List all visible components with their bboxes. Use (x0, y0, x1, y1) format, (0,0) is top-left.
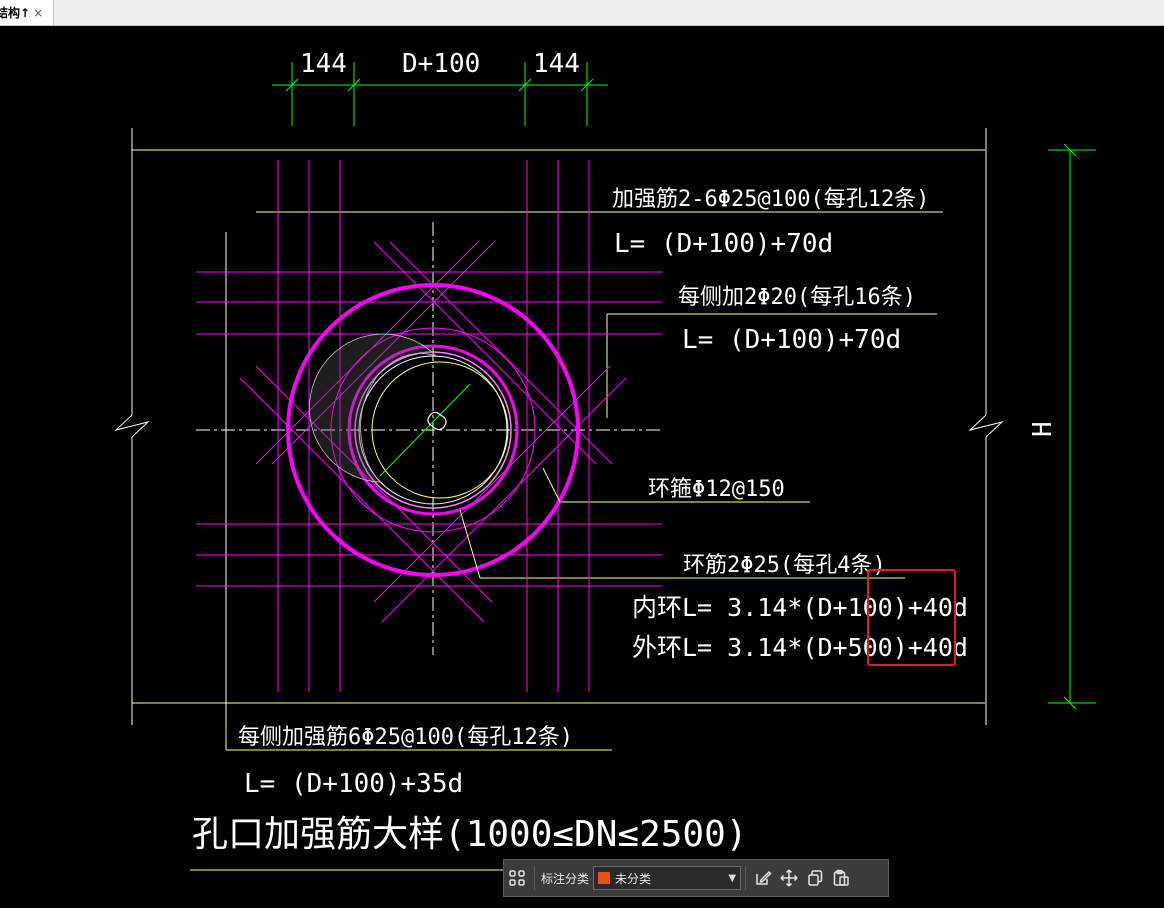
copy-icon[interactable] (802, 865, 828, 891)
tab-title: 结构↑ (0, 6, 31, 20)
dim-left: 144 (300, 49, 347, 79)
chevron-down-icon: ▼ (728, 872, 737, 884)
tab-structure[interactable]: 结构↑ × (0, 0, 54, 25)
label-side-add-length: L= (D+100)+70d (682, 325, 901, 355)
cad-drawing: 144 D+100 144 H 加强筋2-6Φ25@100(每孔12条) L= … (114, 49, 1096, 871)
annotation-toolbar: 标注分类 未分类 ▼ (503, 859, 889, 897)
tab-bar: 结构↑ × (0, 0, 1164, 26)
annotation-texts: 加强筋2-6Φ25@100(每孔12条) L= (D+100)+70d 每侧加2… (192, 187, 968, 855)
label-top-rebar: 加强筋2-6Φ25@100(每孔12条) (612, 187, 929, 212)
toolbar-divider (745, 866, 747, 890)
label-inner-ring: 内环L= 3.14*(D+100)+40d (632, 593, 968, 622)
toolbar-divider (534, 866, 535, 890)
label-ring: 环筋2Φ25(每孔4条) (683, 553, 886, 578)
category-select-value: 未分类 (615, 871, 652, 886)
label-side-add: 每侧加2Φ20(每孔16条) (678, 285, 916, 310)
category-select[interactable]: 未分类 ▼ (593, 866, 742, 890)
dim-height: H (1028, 421, 1058, 437)
paste-icon[interactable] (828, 865, 854, 891)
move-icon[interactable] (776, 865, 802, 891)
drawing-title: 孔口加强筋大样(1000≤DN≤2500) (192, 814, 747, 855)
leader-lines (225, 467, 561, 750)
grid-icon[interactable] (504, 865, 530, 891)
dim-middle: D+100 (402, 49, 480, 79)
category-label: 标注分类 (541, 871, 590, 886)
label-outer-ring: 外环L= 3.14*(D+500)+40d (632, 633, 968, 662)
edit-icon[interactable] (750, 865, 776, 891)
close-icon[interactable]: × (33, 6, 43, 20)
label-top-rebar-length: L= (D+100)+70d (614, 229, 833, 259)
dim-right: 144 (533, 49, 580, 79)
cad-canvas[interactable]: 144 D+100 144 H 加强筋2-6Φ25@100(每孔12条) L= … (0, 26, 1164, 904)
label-bottom-rebar-length: L= (D+100)+35d (244, 769, 463, 799)
label-bottom-rebar: 每侧加强筋6Φ25@100(每孔12条) (238, 725, 573, 750)
label-hoop: 环箍Φ12@150 (648, 477, 785, 502)
category-color-swatch (598, 872, 611, 884)
